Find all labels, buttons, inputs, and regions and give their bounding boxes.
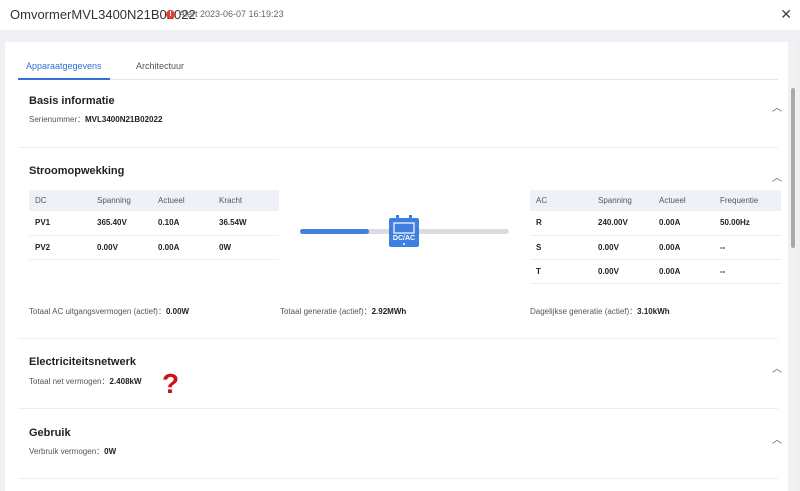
active-tab-indicator	[18, 78, 110, 80]
power-flow-fill	[300, 229, 369, 234]
tab-apparaatgegevens[interactable]: Apparaatgegevens	[26, 61, 102, 71]
table-cell: 0.00A	[653, 235, 714, 260]
total-gen-value: 2.92MWh	[371, 307, 407, 316]
ac-table: AC Spanning Actueel Frequentie R 240.00V…	[530, 190, 781, 284]
serial-number: Serienummer：MVL3400N21B02022	[29, 114, 162, 125]
alert-status: ! Alert	[166, 9, 198, 19]
table-cell: --	[714, 235, 781, 260]
section-title-netwerk: Electriciteitsnetwerk	[29, 356, 136, 368]
daily-generation: Dagelijkse generatie (actief)：3.10kWh	[530, 306, 670, 317]
grid-power-value: 2.408kW	[109, 377, 142, 386]
consumption-value: 0W	[104, 447, 117, 456]
table-row: R 240.00V 0.00A 50.00Hz	[530, 211, 781, 236]
table-cell: 36.54W	[213, 211, 279, 236]
chevron-up-icon[interactable]: ︿	[772, 431, 782, 446]
table-cell: PV2	[29, 235, 91, 260]
table-cell: 0.10A	[152, 211, 213, 236]
table-cell: 365.40V	[91, 211, 152, 236]
chevron-up-icon[interactable]: ︿	[772, 360, 782, 375]
table-header: Actueel	[653, 190, 714, 211]
table-row: PV2 0.00V 0.00A 0W	[29, 235, 279, 260]
consumption-power: Verbruik vermogen：0W	[29, 446, 116, 457]
chevron-up-icon[interactable]: ︿	[772, 99, 782, 114]
table-header-row: DC Spanning Actueel Kracht	[29, 190, 279, 211]
close-icon[interactable]: ✕	[780, 6, 792, 23]
table-header: DC	[29, 190, 91, 211]
divider	[18, 338, 778, 339]
tab-bar: Apparaatgegevens Architectuur	[18, 57, 778, 80]
table-header-row: AC Spanning Actueel Frequentie	[530, 190, 781, 211]
table-cell: 0.00A	[653, 211, 714, 236]
table-cell: R	[530, 211, 592, 236]
alert-timestamp: 2023-06-07 16:19:23	[200, 9, 284, 19]
table-header: Frequentie	[714, 190, 781, 211]
table-cell: 240.00V	[592, 211, 653, 236]
table-cell: 0.00V	[592, 235, 653, 260]
table-cell: 50.00Hz	[714, 211, 781, 236]
table-cell: 0.00A	[653, 259, 714, 284]
table-header: Kracht	[213, 190, 279, 211]
section-title-basis: Basis informatie	[29, 95, 115, 107]
section-title-stroom: Stroomopwekking	[29, 165, 125, 177]
table-row: S 0.00V 0.00A --	[530, 235, 781, 260]
serial-value: MVL3400N21B02022	[85, 115, 163, 124]
total-ac-value: 0.00W	[165, 307, 190, 316]
table-cell: 0.00A	[152, 235, 213, 260]
window-header: OmvormerMVL3400N21B02022 ! Alert 2023-06…	[0, 0, 800, 30]
table-header: AC	[530, 190, 592, 211]
divider	[18, 408, 778, 409]
table-header: Actueel	[152, 190, 213, 211]
total-ac-output: Totaal AC uitgangsvermogen (actief)：0.00…	[29, 306, 189, 317]
grid-power-label: Totaal net vermogen：	[29, 377, 110, 386]
table-cell: --	[714, 259, 781, 284]
table-header: Spanning	[592, 190, 653, 211]
alert-label: Alert	[179, 9, 198, 19]
table-header: Spanning	[91, 190, 152, 211]
dc-table: DC Spanning Actueel Kracht PV1 365.40V 0…	[29, 190, 279, 260]
serial-label: Serienummer：	[29, 115, 86, 124]
section-title-gebruik: Gebruik	[29, 427, 71, 439]
chevron-up-icon[interactable]: ︿	[772, 169, 782, 184]
table-cell: T	[530, 259, 592, 284]
table-row: PV1 365.40V 0.10A 36.54W	[29, 211, 279, 236]
table-cell: 0W	[213, 235, 279, 260]
table-row: T 0.00V 0.00A --	[530, 259, 781, 284]
question-mark-annotation: ?	[162, 368, 180, 399]
table-cell: 0.00V	[592, 259, 653, 284]
table-cell: 0.00V	[91, 235, 152, 260]
divider	[18, 478, 778, 479]
total-generation: Totaal generatie (actief)：2.92MWh	[280, 306, 406, 317]
daily-gen-value: 3.10kWh	[637, 307, 670, 316]
table-cell: S	[530, 235, 592, 260]
table-cell: PV1	[29, 211, 91, 236]
inverter-icon: DC/AC	[389, 215, 419, 247]
daily-gen-label: Dagelijkse generatie (actief)：	[530, 307, 638, 316]
tab-architectuur[interactable]: Architectuur	[136, 61, 184, 71]
scrollbar-thumb[interactable]	[791, 88, 795, 248]
inverter-label: DC/AC	[393, 235, 415, 242]
total-ac-label: Totaal AC uitgangsvermogen (actief)：	[29, 307, 166, 316]
divider	[18, 147, 778, 148]
consumption-label: Verbruik vermogen：	[29, 447, 105, 456]
alert-icon: !	[166, 9, 175, 19]
total-gen-label: Totaal generatie (actief)：	[280, 307, 372, 316]
grid-power: Totaal net vermogen：2.408kW	[29, 376, 142, 387]
